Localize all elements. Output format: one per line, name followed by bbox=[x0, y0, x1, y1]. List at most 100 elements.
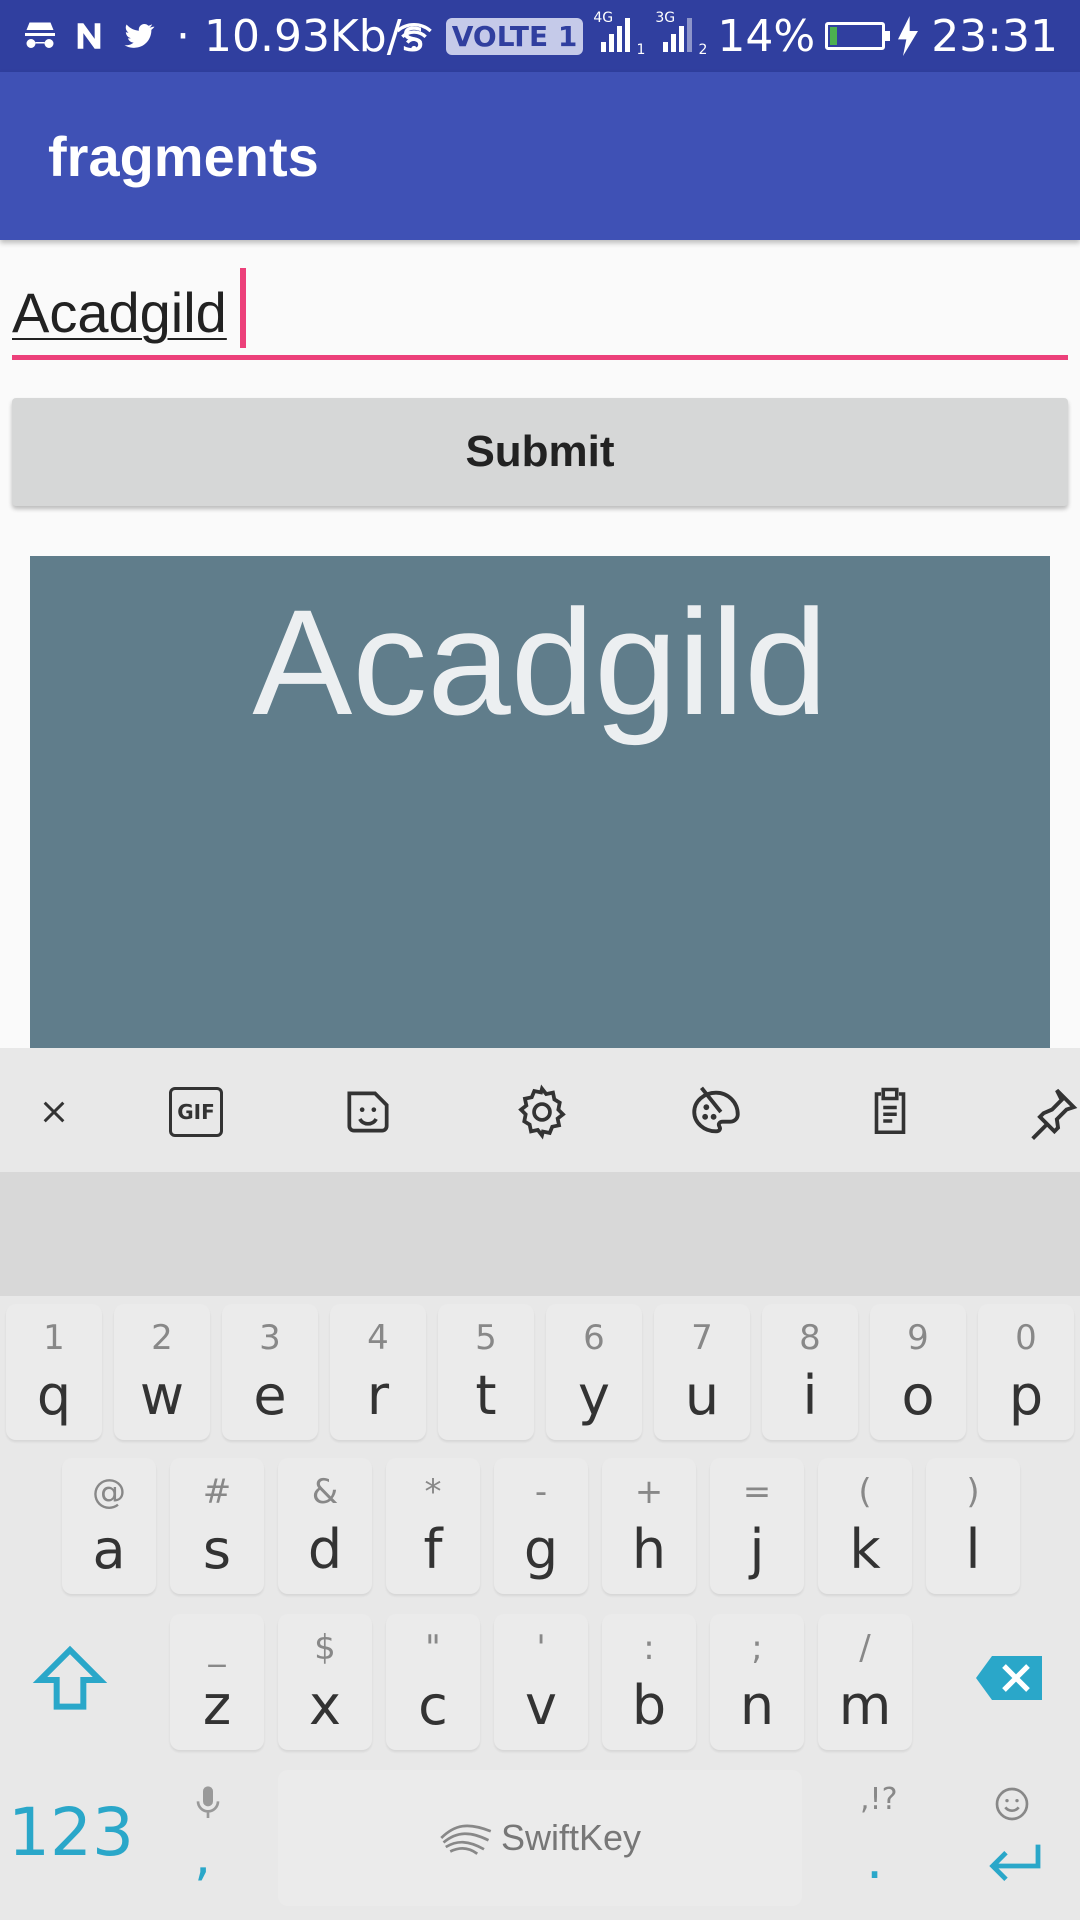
fragment-text: Acadgild bbox=[252, 578, 828, 746]
status-left: · 10.93Kb/s bbox=[22, 0, 424, 72]
key-hint: @ bbox=[92, 1472, 126, 1512]
key-hint: = bbox=[742, 1472, 772, 1512]
key-label: c bbox=[418, 1674, 448, 1737]
key-f[interactable]: * f bbox=[386, 1458, 480, 1594]
key-hint: ( bbox=[858, 1472, 872, 1512]
key-m[interactable]: / m bbox=[818, 1614, 912, 1750]
space-key[interactable]: SwiftKey bbox=[278, 1770, 802, 1906]
key-label: w bbox=[139, 1364, 185, 1427]
key-d[interactable]: & d bbox=[278, 1458, 372, 1594]
key-hint: & bbox=[311, 1472, 339, 1512]
key-hint: 7 bbox=[691, 1318, 713, 1358]
key-q[interactable]: 1q bbox=[6, 1304, 102, 1440]
key-w[interactable]: 2w bbox=[114, 1304, 210, 1440]
close-icon[interactable] bbox=[24, 1082, 84, 1142]
key-label: u bbox=[684, 1364, 720, 1427]
key-u[interactable]: 7u bbox=[654, 1304, 750, 1440]
key-label: k bbox=[849, 1518, 881, 1581]
sticker-icon[interactable] bbox=[338, 1082, 398, 1142]
battery-icon bbox=[825, 22, 891, 50]
text-input[interactable]: Acadgild bbox=[12, 268, 1068, 360]
key-b[interactable]: :b bbox=[602, 1614, 696, 1750]
theme-palette-icon[interactable] bbox=[686, 1082, 746, 1142]
key-hint: * bbox=[424, 1472, 442, 1512]
charging-bolt-icon bbox=[898, 16, 919, 56]
clock: 23:31 bbox=[931, 10, 1058, 62]
submit-button[interactable]: Submit bbox=[12, 398, 1068, 506]
key-e[interactable]: 3e bbox=[222, 1304, 318, 1440]
key-label: p bbox=[1008, 1364, 1044, 1427]
gif-icon[interactable]: GIF bbox=[166, 1082, 226, 1142]
key-label: l bbox=[965, 1518, 981, 1581]
key-label: m bbox=[838, 1674, 892, 1737]
microphone-icon bbox=[196, 1786, 220, 1818]
key-g[interactable]: -g bbox=[494, 1458, 588, 1594]
key-i[interactable]: 8i bbox=[762, 1304, 858, 1440]
key-hint: 2 bbox=[151, 1318, 173, 1358]
battery-percent: 14% bbox=[717, 10, 816, 62]
key-r[interactable]: 4r bbox=[330, 1304, 426, 1440]
key-y[interactable]: 6y bbox=[546, 1304, 642, 1440]
numbers-key[interactable]: 123 bbox=[8, 1794, 134, 1871]
key-label: f bbox=[423, 1518, 443, 1581]
key-label: z bbox=[202, 1674, 232, 1737]
key-label: j bbox=[749, 1518, 765, 1581]
key-n[interactable]: ; n bbox=[710, 1614, 804, 1750]
text-cursor bbox=[240, 268, 246, 348]
key-x[interactable]: $ x bbox=[278, 1614, 372, 1750]
key-a[interactable]: @ a bbox=[62, 1458, 156, 1594]
key-hint: # bbox=[202, 1472, 232, 1512]
key-label: v bbox=[525, 1674, 557, 1737]
comma-mic-key[interactable]: , bbox=[180, 1780, 230, 1890]
sim1-index: 1 bbox=[636, 42, 646, 58]
emoji-icon bbox=[995, 1787, 1029, 1821]
key-label: t bbox=[475, 1364, 497, 1427]
backspace-key[interactable] bbox=[976, 1656, 1042, 1700]
key-o[interactable]: 9o bbox=[870, 1304, 966, 1440]
sim2-signal-icon: 3G 2 bbox=[655, 10, 707, 58]
key-c[interactable]: " c bbox=[386, 1614, 480, 1750]
pin-icon[interactable] bbox=[1022, 1082, 1080, 1142]
settings-icon[interactable] bbox=[512, 1082, 572, 1142]
wifi-icon bbox=[395, 23, 432, 52]
key-p[interactable]: 0p bbox=[978, 1304, 1074, 1440]
key-label: i bbox=[802, 1364, 818, 1427]
key-j[interactable]: = j bbox=[710, 1458, 804, 1594]
key-z[interactable]: _ z bbox=[170, 1614, 264, 1750]
key-h[interactable]: + h bbox=[602, 1458, 696, 1594]
key-hint: 6 bbox=[583, 1318, 605, 1358]
space-label: SwiftKey bbox=[500, 1817, 642, 1858]
enter-icon bbox=[989, 1844, 1041, 1882]
key-label: g bbox=[523, 1518, 559, 1581]
punct-hint: ,!? bbox=[860, 1782, 898, 1817]
key-s[interactable]: # s bbox=[170, 1458, 264, 1594]
enter-key[interactable] bbox=[978, 1784, 1060, 1894]
key-hint: 0 bbox=[1015, 1318, 1037, 1358]
shift-key-icon[interactable] bbox=[30, 1640, 110, 1720]
key-hint: : bbox=[643, 1628, 655, 1668]
key-hint: $ bbox=[314, 1628, 336, 1668]
status-right: VOLTE 1 4G 1 3G 2 14% 23:31 bbox=[392, 0, 1058, 72]
network-speed: · 10.93Kb/s bbox=[176, 10, 425, 62]
app-title: fragments bbox=[48, 125, 319, 188]
key-hint: - bbox=[534, 1472, 548, 1512]
key-hint: 5 bbox=[475, 1318, 497, 1358]
key-hint: 8 bbox=[799, 1318, 821, 1358]
key-label: s bbox=[202, 1518, 232, 1581]
volte-badge: VOLTE 1 bbox=[445, 17, 584, 55]
input-underline bbox=[12, 355, 1068, 360]
key-t[interactable]: 5t bbox=[438, 1304, 534, 1440]
key-hint: ) bbox=[966, 1472, 980, 1512]
key-label: o bbox=[901, 1364, 935, 1427]
key-k[interactable]: (k bbox=[818, 1458, 912, 1594]
key-label: n bbox=[739, 1674, 775, 1737]
key-label: e bbox=[253, 1364, 287, 1427]
key-l[interactable]: ) l bbox=[926, 1458, 1020, 1594]
key-label: d bbox=[307, 1518, 343, 1581]
key-v[interactable]: ' v bbox=[494, 1614, 588, 1750]
key-label: q bbox=[36, 1364, 72, 1427]
punctuation-key[interactable]: ,!? . bbox=[852, 1782, 932, 1892]
incognito-icon bbox=[25, 22, 55, 48]
battery-fill bbox=[830, 27, 838, 45]
clipboard-icon[interactable] bbox=[860, 1082, 920, 1142]
